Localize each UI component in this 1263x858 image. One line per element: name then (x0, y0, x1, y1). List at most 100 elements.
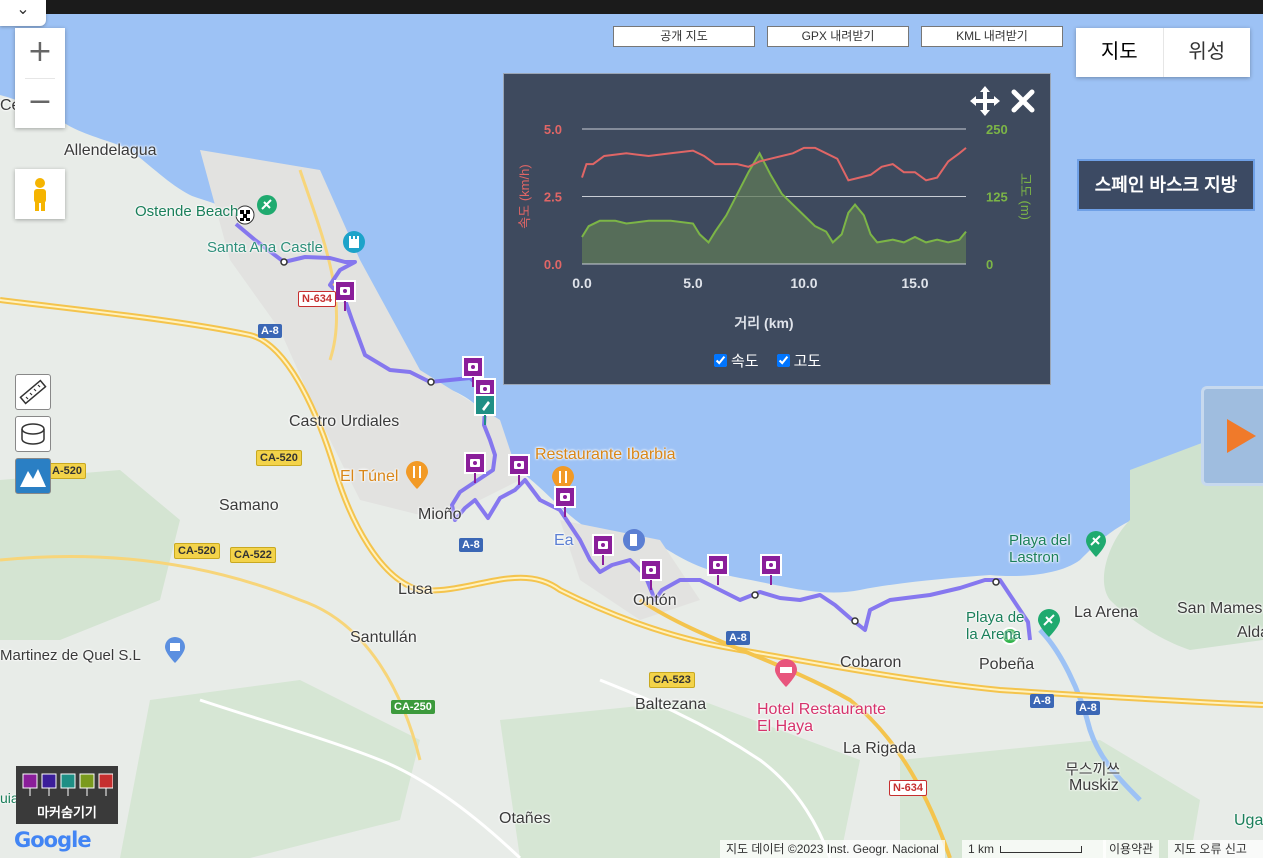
ruler-tool-button[interactable] (15, 374, 51, 410)
road-sign: CA-522 (230, 547, 276, 563)
x-axis-label: 거리 (km) (734, 315, 793, 331)
road-sign: CA-520 (174, 543, 220, 559)
place-label: Playa de la Arena (966, 609, 1025, 643)
place-label: Martinez de Quel S.L (0, 647, 141, 664)
beach-icon[interactable] (1084, 530, 1108, 558)
road-sign: A-8 (258, 324, 282, 338)
elevation-chart-button[interactable] (15, 458, 51, 494)
report-error-link[interactable]: 지도 오류 신고 (1168, 840, 1263, 858)
castle-icon[interactable] (342, 230, 366, 254)
y-left-tick-label: 2.5 (544, 190, 562, 205)
place-label: Muskiz (1069, 777, 1119, 794)
road-sign: A-520 (48, 463, 86, 479)
gpx-download-button[interactable]: GPX 내려받기 (767, 26, 909, 47)
place-label: Mioño (418, 506, 462, 523)
hide-markers-label: 마커숨기기 (37, 805, 97, 820)
y-left-tick-label: 0.0 (544, 257, 562, 272)
mountain-icon (20, 469, 46, 487)
map-type-control: 지도 위성 (1076, 28, 1250, 77)
place-label: 무스끼쓰 (1065, 761, 1121, 778)
chart-legend: 속도 고도 (714, 350, 821, 371)
place-label: Restaurante Ibarbia (535, 446, 676, 463)
gas-station-icon[interactable] (622, 528, 646, 552)
y-left-axis-label: 속도 (km/h) (517, 164, 532, 228)
place-label: La Rigada (843, 740, 916, 757)
place-label: Ea (554, 532, 574, 549)
elevation-checkbox[interactable] (776, 354, 790, 367)
street-view-pegman-button[interactable] (15, 169, 65, 219)
map-type-map-button[interactable]: 지도 (1076, 28, 1164, 77)
place-label: Hotel Restaurante El Haya (757, 701, 886, 735)
region-button[interactable]: 스페인 바스크 지방 (1077, 159, 1255, 211)
public-map-button[interactable]: 공개 지도 (613, 26, 755, 47)
elevation-legend-label: 고도 (793, 353, 822, 370)
photo-marker-icon[interactable] (592, 534, 614, 566)
place-label: Samano (219, 497, 279, 514)
marker-types-icon (22, 773, 113, 796)
google-logo: Google (14, 828, 92, 852)
place-label: Lusa (398, 581, 433, 598)
road-sign: CA-523 (649, 672, 695, 688)
photo-marker-icon[interactable] (707, 554, 729, 586)
place-label: Playa del Lastron (1009, 532, 1071, 566)
place-label: San Mames (1177, 600, 1263, 617)
google-logo-text: Google (14, 828, 92, 852)
photo-marker-icon[interactable] (334, 280, 356, 312)
photo-marker-icon[interactable] (640, 559, 662, 591)
kml-download-button[interactable]: KML 내려받기 (921, 26, 1063, 47)
zoom-out-button[interactable]: − (15, 78, 65, 128)
place-label: Pobeña (979, 656, 1035, 673)
y-right-tick-label: 0 (986, 257, 993, 272)
beach-icon[interactable] (256, 194, 278, 216)
note-marker-icon[interactable] (474, 394, 496, 426)
place-label: Cobaron (840, 654, 902, 671)
hide-markers-button[interactable]: 마커숨기기 (16, 766, 118, 824)
browser-top-strip: ⌄ (0, 0, 1263, 26)
photo-marker-icon[interactable] (508, 454, 530, 486)
road-sign: A-8 (459, 538, 483, 552)
chevron-down-icon[interactable]: ⌄ (0, 0, 46, 26)
scale-label: 1 km (968, 842, 995, 856)
place-label: Castro Urdiales (289, 413, 400, 430)
place-label: El Túnel (340, 468, 399, 485)
map-type-satellite-button[interactable]: 위성 (1164, 28, 1251, 77)
place-label: Ontón (633, 592, 677, 609)
photo-marker-icon[interactable] (464, 452, 486, 484)
divider (25, 78, 55, 79)
place-label: Santa Ana Castle (207, 239, 323, 256)
y-right-tick-label: 125 (986, 190, 1008, 205)
elevation-legend-toggle[interactable]: 고도 (776, 350, 822, 371)
place-label: Allendelagua (64, 142, 157, 159)
shop-icon[interactable] (163, 636, 187, 664)
x-tick-label: 15.0 (901, 275, 928, 291)
y-right-axis-label: 고도 (m) (1018, 173, 1033, 220)
scale-bar[interactable]: 1 km (962, 840, 1106, 858)
speed-line (581, 146, 967, 182)
map-data-attribution[interactable]: 지도 데이터 ©2023 Inst. Geogr. Nacional (720, 840, 945, 858)
place-label: Santullán (350, 629, 417, 646)
place-label: Otañes (499, 810, 551, 827)
place-label: Ostende Beach (135, 203, 239, 220)
hotel-icon[interactable] (773, 658, 799, 688)
speed-legend-label: 속도 (731, 353, 759, 370)
x-tick-label: 10.0 (790, 275, 817, 291)
next-panel-button[interactable] (1201, 386, 1263, 486)
beach-icon[interactable] (1036, 608, 1062, 638)
measure-tape-button[interactable] (15, 416, 51, 452)
road-sign: N-634 (298, 291, 336, 307)
terms-link[interactable]: 이용약관 (1103, 840, 1160, 858)
speed-legend-toggle[interactable]: 속도 (714, 350, 759, 371)
x-tick-label: 5.0 (683, 275, 703, 291)
restaurant-icon[interactable] (404, 460, 430, 490)
zoom-in-button[interactable]: + (15, 28, 65, 78)
pegman-icon (34, 178, 46, 211)
road-sign: A-8 (1076, 701, 1100, 715)
y-left-tick-label: 5.0 (544, 122, 562, 137)
place-label: Baltezana (635, 696, 707, 713)
speed-checkbox[interactable] (714, 354, 727, 367)
place-label: Uga (1234, 812, 1263, 829)
x-tick-label: 0.0 (572, 275, 592, 291)
place-label: Alda (1237, 624, 1263, 641)
photo-marker-icon[interactable] (760, 554, 782, 586)
photo-marker-icon[interactable] (554, 486, 576, 518)
